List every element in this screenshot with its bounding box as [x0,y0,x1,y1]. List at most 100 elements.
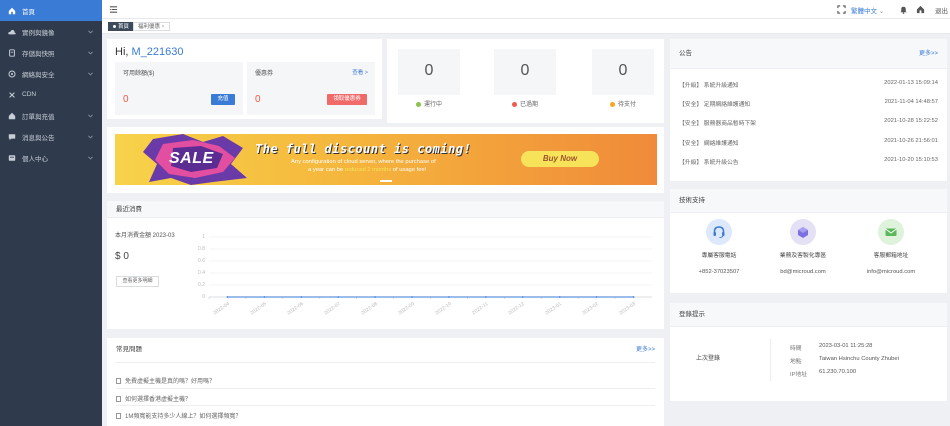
logout-link[interactable]: 退出 [935,5,948,15]
home-icon[interactable] [916,5,925,14]
consumption-chart: 1 0.8 0.6 0.4 0.2 0 2022-04 2022-05 2022-06 2022-… [187,233,657,323]
home-icon [8,7,16,15]
faq-divider [116,362,655,363]
banner-headline: The full discount is coming! [255,142,472,156]
notice-card: 公告 更多>> 【升級】 系統升級通知 2022-01-13 15:09:14 【安… [670,39,947,181]
chevron-down-icon: ⌄ [878,8,885,15]
coupon-label: 優惠券 [255,71,274,77]
business-icon [790,219,816,245]
notice-item[interactable]: 【升級】 系統升級通知 2022-01-13 15:09:14 [679,80,938,90]
tab-benefits[interactable]: 福利優惠 × [133,22,170,31]
document-icon [116,378,121,385]
faq-divider [116,388,655,389]
cloud-icon [8,28,16,36]
greeting: Hi, M_221630 [115,46,184,58]
notice-item[interactable]: 【安全】 服務器商品暫時下架 2021-10-28 15:22:52 [679,118,938,128]
carousel-indicator[interactable] [380,180,392,182]
sidebar-item-storage[interactable]: 存儲與快照 [0,42,102,63]
chart-point [337,296,340,298]
sidebar-item-label: 首頁 [22,8,35,16]
dot-icon [113,25,116,29]
faq-more-link[interactable]: 更多>> [636,338,655,362]
stat-expired-value: 0 [520,62,530,79]
stat-running-value: 0 [424,62,434,79]
cdn-icon [8,91,16,99]
sidebar-item-orders[interactable]: 訂單與充值 [0,105,102,126]
sale-text: SALE [169,150,214,167]
chart-y-tick-label: 0.2 [198,282,205,288]
network-icon [8,69,16,78]
coupon-panel: 優惠券 查看 > 0 領取優惠券 [247,62,375,115]
view-details-button[interactable]: 查看更多明細 [116,276,159,287]
instance-stats-card: 0 0 0 運行中 已過期 待支付 [387,39,664,123]
notice-item[interactable]: 【安全】 定期網絡維護通知 2021-11-04 14:48:57 [679,99,938,109]
faq-header: 常見問題 更多>> [107,338,664,362]
bell-icon[interactable] [899,5,908,14]
view-coupons-link[interactable]: 查看 > [352,68,368,76]
fullscreen-icon[interactable] [837,5,846,14]
top-bar: 繁體中文 ⌄ 退出 [102,0,950,19]
tab-home[interactable]: 首頁 [108,22,135,31]
support-email[interactable]: 客服郵箱地址 info@microud.com [856,219,926,275]
language-selector[interactable]: 繁體中文 ⌄ [851,5,884,15]
sidebar-item-cdn[interactable]: CDN [0,84,102,105]
menu-toggle-icon[interactable] [109,5,118,14]
balance-label: 可用餘額($) [123,71,155,77]
faq-item[interactable]: 免費虛擬主機是真的嗎？好用嗎？ [116,376,215,385]
faq-item[interactable]: 如何選擇香港虛擬主機？ [116,394,191,403]
notice-item[interactable]: 【升級】 系統升級公告 2021-10-20 15:10:53 [679,157,938,167]
faq-card: 常見問題 更多>> 免費虛擬主機是真的嗎？好用嗎？ 如何選擇香港虛擬主機？ 1M頻… [107,338,664,426]
claim-coupon-button[interactable]: 領取優惠券 [327,94,367,105]
login-location-value: Taiwan Hsinchu County Zhubei [819,356,899,362]
faq-item[interactable]: 1M頻寬能支持多少人線上？如何選擇頻寬？ [116,411,241,420]
close-icon[interactable]: × [162,24,165,30]
login-header: 登錄提示 [670,303,947,327]
login-ip-label: IP地址 [790,372,808,378]
chevron-down-icon [87,112,94,119]
stat-running-label: 運行中 [394,99,464,108]
login-location-label: 地點 [790,359,802,365]
status-dot [415,101,421,107]
support-phone[interactable]: 專屬客服電話 +852-37023507 [684,219,754,275]
chevron-down-icon [87,154,94,161]
chevron-down-icon [87,133,94,140]
tech-support-card: 技術支持 專屬客服電話 +852-37023507 業務及客製化專區 bd@mi… [670,189,947,293]
chart-point [263,296,266,298]
sidebar-item-network[interactable]: 網絡與安全 [0,63,102,84]
notice-more-link[interactable]: 更多>> [919,39,938,69]
sidebar-item-label: 消息與公告 [22,134,55,142]
chart-point [558,296,561,298]
chart-y-tick-label: 1 [202,234,205,240]
sidebar-item-messages[interactable]: 消息與公告 [0,126,102,147]
notice-item[interactable]: 【安全】 網絡維護通知 2021-10-26 21:56:01 [679,138,938,148]
month-consumption-label: 本月消費金額 2023-03 [115,233,175,239]
consumption-amount: $ 0 [115,251,129,262]
chart-point [521,296,524,298]
chart-point [595,296,598,298]
status-dot [609,101,615,107]
banner-line-1: Any configuration of cloud server, where… [291,159,436,165]
promo-banner[interactable]: SALE The full discount is coming! Any co… [115,134,657,185]
sidebar-item-label: 個人中心 [22,155,48,163]
chart-y-tick-label: 0.8 [198,246,205,252]
recent-consumption-card: 最近消費 本月消費金額 2023-03 $ 0 查看更多明細 1 0.8 0.6 0.… [107,201,664,329]
support-business[interactable]: 業務及客製化專區 bd@microud.com [768,219,838,275]
chart-point [484,296,487,298]
message-icon [8,133,16,141]
sidebar-item-home[interactable]: 首頁 [0,0,102,21]
chart-y-tick-label: 0.4 [198,270,205,276]
sidebar-item-label: 實例與鏡像 [22,29,55,37]
chart-point [411,296,413,298]
buy-now-button[interactable]: Buy Now [521,151,599,167]
order-icon [8,112,16,120]
chevron-down-icon [87,49,94,56]
login-time-label: 時間 [790,346,802,352]
chevron-down-icon [87,70,94,77]
sidebar: 首頁 實例與鏡像 存儲與快照 網絡與安全 CDN 訂單與充值 消息與公告 個人中… [0,0,102,426]
sidebar-item-label: 網絡與安全 [22,71,55,79]
login-time-value: 2023-03-01 11:25:28 [819,343,873,349]
coupon-value: 0 [255,94,261,105]
sidebar-item-instances[interactable]: 實例與鏡像 [0,21,102,42]
sidebar-item-profile[interactable]: 個人中心 [0,147,102,168]
recharge-button[interactable]: 充值 [211,94,235,105]
